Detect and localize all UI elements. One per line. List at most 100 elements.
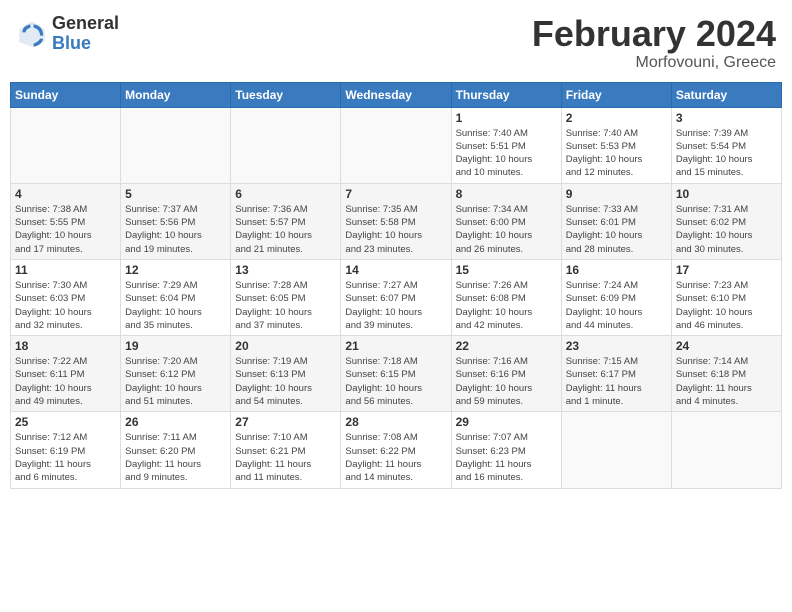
- day-info: Sunrise: 7:29 AMSunset: 6:04 PMDaylight:…: [125, 279, 226, 332]
- calendar-cell: 13Sunrise: 7:28 AMSunset: 6:05 PMDayligh…: [231, 259, 341, 335]
- day-number: 28: [345, 415, 446, 429]
- day-info: Sunrise: 7:31 AMSunset: 6:02 PMDaylight:…: [676, 203, 777, 256]
- week-row-5: 25 Sunrise: 7:12 AMSunset: 6:19 PMDayligh…: [11, 412, 782, 488]
- logo-general-text: General: [52, 14, 119, 34]
- day-number: 14: [345, 263, 446, 277]
- title-block: February 2024 Morfovouni, Greece: [532, 14, 776, 72]
- day-number: 7: [345, 187, 446, 201]
- day-number: 17: [676, 263, 777, 277]
- day-info: Sunrise: 7:11 AMSunset: 6:20 PMDaylight:…: [125, 431, 226, 484]
- day-info: Sunrise: 7:35 AMSunset: 5:58 PMDaylight:…: [345, 203, 446, 256]
- calendar-subtitle: Morfovouni, Greece: [532, 54, 776, 72]
- calendar-cell: [231, 107, 341, 183]
- calendar-cell: 24Sunrise: 7:14 AMSunset: 6:18 PMDayligh…: [671, 336, 781, 412]
- day-info: Sunrise: 7:07 AMSunset: 6:23 PMDaylight:…: [456, 431, 557, 484]
- calendar-cell: 12 Sunrise: 7:29 AMSunset: 6:04 PMDayligh…: [121, 259, 231, 335]
- calendar-cell: 8Sunrise: 7:34 AMSunset: 6:00 PMDaylight…: [451, 183, 561, 259]
- calendar-cell: 4 Sunrise: 7:38 AMSunset: 5:55 PMDaylight…: [11, 183, 121, 259]
- day-info: Sunrise: 7:23 AMSunset: 6:10 PMDaylight:…: [676, 279, 777, 332]
- calendar-title: February 2024: [532, 14, 776, 54]
- calendar-cell: [341, 107, 451, 183]
- day-number: 22: [456, 339, 557, 353]
- calendar-cell: 2Sunrise: 7:40 AMSunset: 5:53 PMDaylight…: [561, 107, 671, 183]
- day-info: Sunrise: 7:38 AMSunset: 5:55 PMDaylight:…: [15, 203, 116, 256]
- day-number: 2: [566, 111, 667, 125]
- calendar-cell: 27 Sunrise: 7:10 AMSunset: 6:21 PMDayligh…: [231, 412, 341, 488]
- calendar-cell: 18 Sunrise: 7:22 AMSunset: 6:11 PMDayligh…: [11, 336, 121, 412]
- week-row-3: 11 Sunrise: 7:30 AMSunset: 6:03 PMDayligh…: [11, 259, 782, 335]
- day-info: Sunrise: 7:37 AMSunset: 5:56 PMDaylight:…: [125, 203, 226, 256]
- calendar-cell: 5 Sunrise: 7:37 AMSunset: 5:56 PMDaylight…: [121, 183, 231, 259]
- day-info: Sunrise: 7:18 AMSunset: 6:15 PMDaylight:…: [345, 355, 446, 408]
- day-number: 4: [15, 187, 116, 201]
- calendar-cell: 7 Sunrise: 7:35 AMSunset: 5:58 PMDaylight…: [341, 183, 451, 259]
- calendar-cell: 29 Sunrise: 7:07 AMSunset: 6:23 PMDayligh…: [451, 412, 561, 488]
- day-number: 11: [15, 263, 116, 277]
- day-info: Sunrise: 7:16 AMSunset: 6:16 PMDaylight:…: [456, 355, 557, 408]
- calendar-cell: [561, 412, 671, 488]
- calendar-cell: 9 Sunrise: 7:33 AMSunset: 6:01 PMDaylight…: [561, 183, 671, 259]
- day-info: Sunrise: 7:33 AMSunset: 6:01 PMDaylight:…: [566, 203, 667, 256]
- weekday-header-sunday: Sunday: [11, 82, 121, 107]
- day-number: 8: [456, 187, 557, 201]
- day-number: 18: [15, 339, 116, 353]
- weekday-header-thursday: Thursday: [451, 82, 561, 107]
- day-info: Sunrise: 7:30 AMSunset: 6:03 PMDaylight:…: [15, 279, 116, 332]
- calendar-cell: 1 Sunrise: 7:40 AMSunset: 5:51 PMDaylight…: [451, 107, 561, 183]
- logo: General Blue: [16, 14, 119, 54]
- weekday-header-tuesday: Tuesday: [231, 82, 341, 107]
- day-number: 25: [15, 415, 116, 429]
- day-number: 16: [566, 263, 667, 277]
- day-info: Sunrise: 7:22 AMSunset: 6:11 PMDaylight:…: [15, 355, 116, 408]
- day-number: 20: [235, 339, 336, 353]
- weekday-header-monday: Monday: [121, 82, 231, 107]
- day-info: Sunrise: 7:36 AMSunset: 5:57 PMDaylight:…: [235, 203, 336, 256]
- calendar-cell: 17 Sunrise: 7:23 AMSunset: 6:10 PMDayligh…: [671, 259, 781, 335]
- day-info: Sunrise: 7:20 AMSunset: 6:12 PMDaylight:…: [125, 355, 226, 408]
- calendar-cell: [671, 412, 781, 488]
- calendar-cell: 10 Sunrise: 7:31 AMSunset: 6:02 PMDayligh…: [671, 183, 781, 259]
- calendar-cell: 20 Sunrise: 7:19 AMSunset: 6:13 PMDayligh…: [231, 336, 341, 412]
- calendar-cell: 25 Sunrise: 7:12 AMSunset: 6:19 PMDayligh…: [11, 412, 121, 488]
- day-number: 5: [125, 187, 226, 201]
- day-info: Sunrise: 7:19 AMSunset: 6:13 PMDaylight:…: [235, 355, 336, 408]
- day-info: Sunrise: 7:10 AMSunset: 6:21 PMDaylight:…: [235, 431, 336, 484]
- weekday-header-wednesday: Wednesday: [341, 82, 451, 107]
- calendar-cell: 16Sunrise: 7:24 AMSunset: 6:09 PMDayligh…: [561, 259, 671, 335]
- weekday-header-row: SundayMondayTuesdayWednesdayThursdayFrid…: [11, 82, 782, 107]
- day-info: Sunrise: 7:12 AMSunset: 6:19 PMDaylight:…: [15, 431, 116, 484]
- calendar-cell: 6 Sunrise: 7:36 AMSunset: 5:57 PMDaylight…: [231, 183, 341, 259]
- calendar-cell: [11, 107, 121, 183]
- day-info: Sunrise: 7:08 AMSunset: 6:22 PMDaylight:…: [345, 431, 446, 484]
- day-info: Sunrise: 7:26 AMSunset: 6:08 PMDaylight:…: [456, 279, 557, 332]
- day-number: 15: [456, 263, 557, 277]
- day-number: 1: [456, 111, 557, 125]
- calendar-cell: 23Sunrise: 7:15 AMSunset: 6:17 PMDayligh…: [561, 336, 671, 412]
- weekday-header-saturday: Saturday: [671, 82, 781, 107]
- calendar-table: SundayMondayTuesdayWednesdayThursdayFrid…: [10, 82, 782, 489]
- calendar-cell: 3 Sunrise: 7:39 AMSunset: 5:54 PMDaylight…: [671, 107, 781, 183]
- day-number: 24: [676, 339, 777, 353]
- calendar-cell: 11 Sunrise: 7:30 AMSunset: 6:03 PMDayligh…: [11, 259, 121, 335]
- day-number: 3: [676, 111, 777, 125]
- day-number: 26: [125, 415, 226, 429]
- week-row-4: 18 Sunrise: 7:22 AMSunset: 6:11 PMDayligh…: [11, 336, 782, 412]
- day-number: 12: [125, 263, 226, 277]
- calendar-cell: 21 Sunrise: 7:18 AMSunset: 6:15 PMDayligh…: [341, 336, 451, 412]
- day-info: Sunrise: 7:40 AMSunset: 5:51 PMDaylight:…: [456, 127, 557, 180]
- calendar-cell: 19Sunrise: 7:20 AMSunset: 6:12 PMDayligh…: [121, 336, 231, 412]
- day-info: Sunrise: 7:39 AMSunset: 5:54 PMDaylight:…: [676, 127, 777, 180]
- day-number: 6: [235, 187, 336, 201]
- day-info: Sunrise: 7:15 AMSunset: 6:17 PMDaylight:…: [566, 355, 667, 408]
- calendar-cell: 22 Sunrise: 7:16 AMSunset: 6:16 PMDayligh…: [451, 336, 561, 412]
- day-number: 9: [566, 187, 667, 201]
- day-number: 21: [345, 339, 446, 353]
- logo-icon: [16, 18, 48, 50]
- calendar-cell: 15 Sunrise: 7:26 AMSunset: 6:08 PMDayligh…: [451, 259, 561, 335]
- calendar-cell: [121, 107, 231, 183]
- header: General Blue February 2024 Morfovouni, G…: [10, 10, 782, 76]
- day-number: 29: [456, 415, 557, 429]
- day-number: 27: [235, 415, 336, 429]
- day-number: 10: [676, 187, 777, 201]
- day-info: Sunrise: 7:28 AMSunset: 6:05 PMDaylight:…: [235, 279, 336, 332]
